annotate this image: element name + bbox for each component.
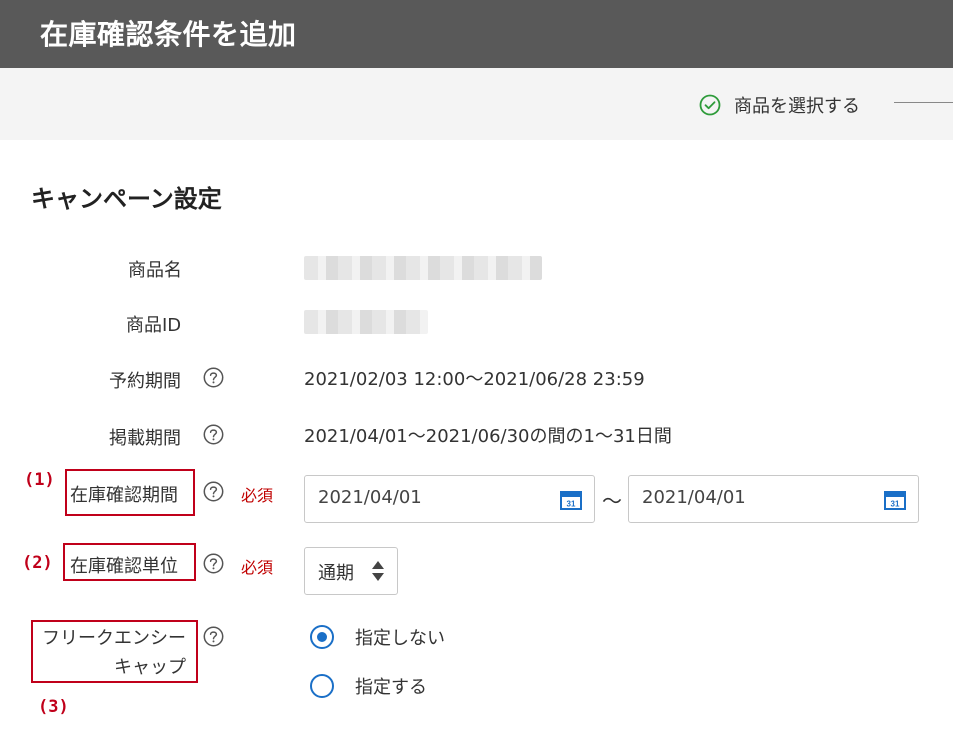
calendar-icon[interactable]: 31 [884,490,906,510]
required-badge: 必須 [241,486,274,505]
step-label-select-product: 商品を選択する [734,96,860,117]
section-title: キャンペーン設定 [31,185,222,213]
stock-unit-select[interactable]: 通期 [304,547,398,595]
page-title: 在庫確認条件を追加 [40,18,297,51]
frequency-option-none-radio[interactable] [310,625,334,649]
frequency-cap-label-line1: フリークエンシー [42,628,186,649]
reservation-period-label: 予約期間 [109,371,181,392]
help-icon[interactable] [203,553,224,574]
title-bar: 在庫確認条件を追加 [0,0,953,68]
product-name-value-redacted [304,256,542,280]
step-connector [894,102,953,103]
product-name-label: 商品名 [128,260,182,281]
listing-period-label: 掲載期間 [109,428,181,449]
help-icon[interactable] [203,626,224,647]
svg-text:31: 31 [567,500,576,509]
annotation-marker-2: (2) [22,553,53,573]
required-badge: 必須 [241,558,274,577]
svg-text:31: 31 [891,500,900,509]
product-id-value-redacted [304,310,428,334]
stock-period-end-input[interactable]: 2021/04/01 31 [628,475,919,523]
frequency-option-specify-label[interactable]: 指定する [355,673,427,699]
annotation-marker-3: (3) [38,697,69,717]
stock-period-end-value: 2021/04/01 [642,487,746,508]
frequency-cap-label-line2: キャップ [114,657,186,678]
listing-period-value: 2021/04/01～2021/06/30の間の1～31日間 [304,426,672,447]
reservation-period-value: 2021/02/03 12:00～2021/06/28 23:59 [304,369,645,390]
stock-period-label: 在庫確認期間 [70,485,178,506]
stock-unit-label: 在庫確認単位 [70,556,178,577]
range-separator: ～ [602,489,622,513]
stock-period-start-input[interactable]: 2021/04/01 31 [304,475,595,523]
annotation-marker-1: (1) [24,470,55,490]
calendar-icon[interactable]: 31 [560,490,582,510]
help-icon[interactable] [203,481,224,502]
help-icon[interactable] [203,367,224,388]
check-circle-icon [699,94,721,116]
stock-unit-selected-value: 通期 [318,563,354,584]
help-icon[interactable] [203,424,224,445]
product-id-label: 商品ID [126,315,182,336]
frequency-option-specify-radio[interactable] [310,674,334,698]
frequency-option-none-label[interactable]: 指定しない [355,624,445,650]
stock-period-start-value: 2021/04/01 [318,487,422,508]
sort-arrows-icon [372,561,384,581]
